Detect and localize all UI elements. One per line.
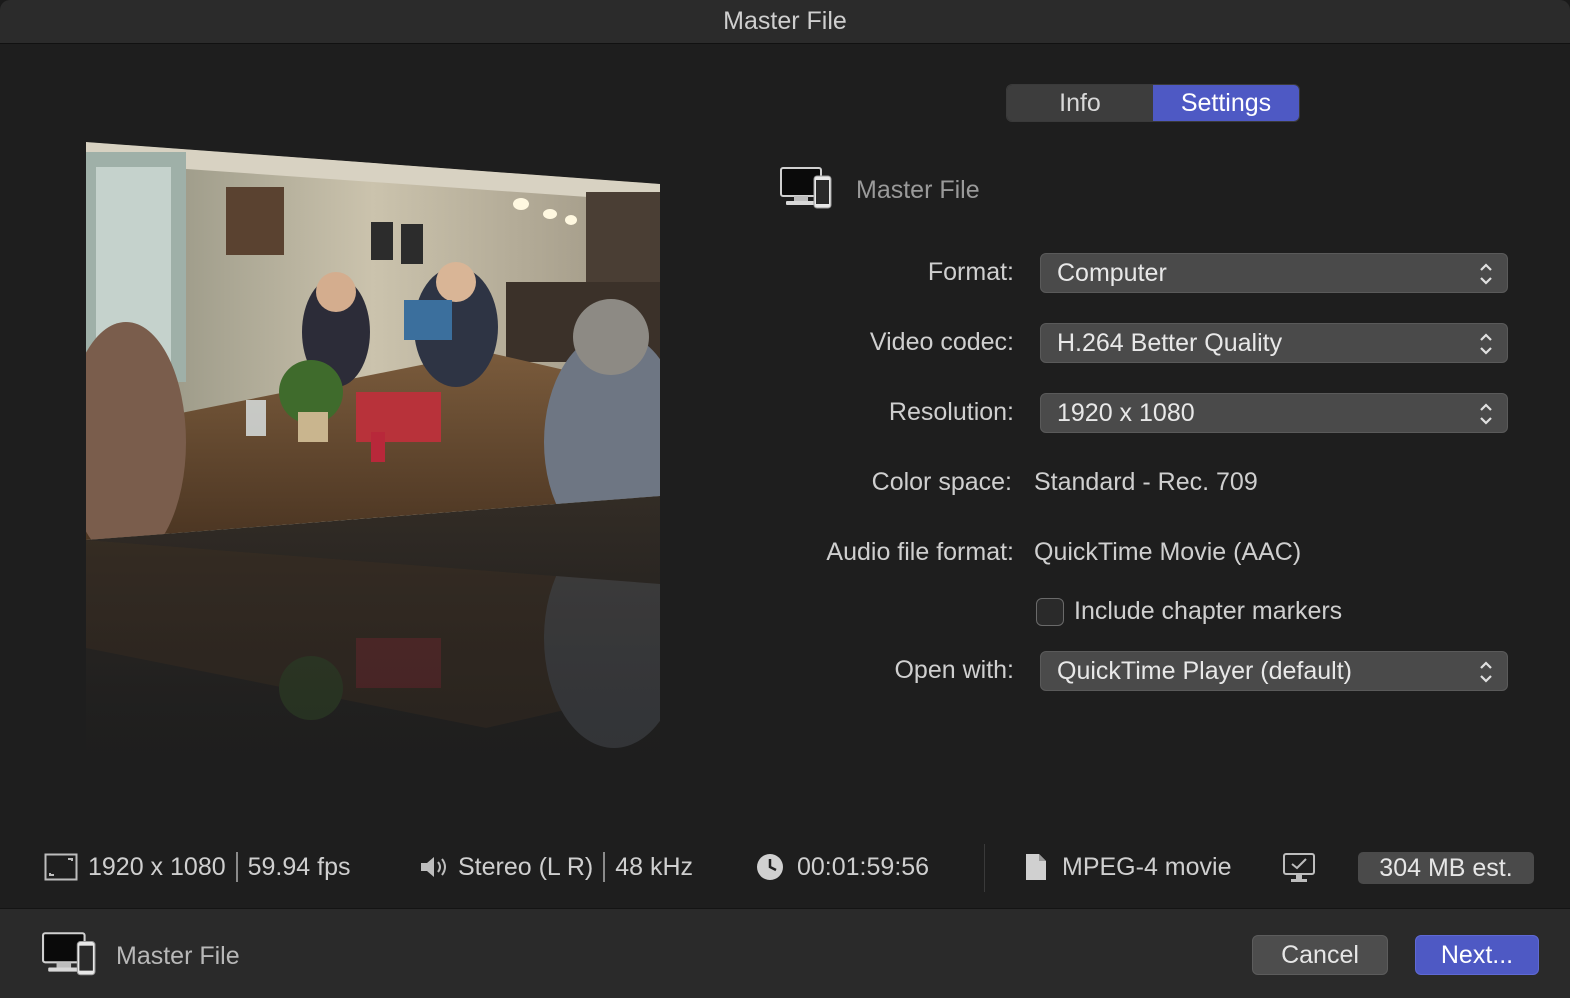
video-summary: 1920 x 1080 59.94 fps xyxy=(44,852,350,882)
destination-name: Master File xyxy=(856,176,980,204)
open-with-label: Open with: xyxy=(894,656,1014,684)
document-icon xyxy=(1026,854,1046,880)
divider xyxy=(235,852,238,882)
chapter-markers-option: Include chapter markers xyxy=(1036,597,1342,626)
resolution-value: 1920 x 1080 xyxy=(1057,398,1195,427)
resolution-popup[interactable]: 1920 x 1080 xyxy=(1040,393,1508,433)
resolution-label: Resolution: xyxy=(888,398,1014,426)
dialog-footer: Master File Cancel Next... xyxy=(0,908,1570,998)
video-preview-thumbnail xyxy=(86,142,660,792)
frame-size-icon xyxy=(44,853,78,881)
format-label: Format: xyxy=(927,258,1014,286)
file-size-estimate-badge: 304 MB est. xyxy=(1358,852,1534,884)
video-codec-label: Video codec: xyxy=(869,328,1014,356)
destination-header: Master File xyxy=(780,166,980,215)
video-codec-popup[interactable]: H.264 Better Quality xyxy=(1040,323,1508,363)
clock-icon xyxy=(757,854,783,880)
computer-check-icon xyxy=(1282,852,1316,884)
format-value: Computer xyxy=(1057,258,1167,287)
info-settings-segmented-control: Info Settings xyxy=(1006,84,1300,122)
audio-file-format-value: QuickTime Movie (AAC) xyxy=(1034,538,1302,566)
duration-summary: 00:01:59:56 xyxy=(755,852,929,882)
summary-file-type: MPEG-4 movie xyxy=(1062,852,1232,881)
computer-device-icon xyxy=(780,166,832,215)
open-with-value: QuickTime Player (default) xyxy=(1057,656,1352,685)
window-title: Master File xyxy=(723,7,847,35)
audio-summary: Stereo (L R) 48 kHz xyxy=(418,852,693,882)
summary-sample-rate: 48 kHz xyxy=(615,852,694,881)
next-button[interactable]: Next... xyxy=(1415,935,1539,975)
file-type-summary: MPEG-4 movie xyxy=(1024,852,1231,882)
color-space-value: Standard - Rec. 709 xyxy=(1034,468,1258,496)
cancel-button[interactable]: Cancel xyxy=(1252,935,1388,975)
chapter-markers-label[interactable]: Include chapter markers xyxy=(1074,597,1342,626)
footer-destination: Master File xyxy=(42,931,240,982)
dialog-content: Info Settings Master File Format: Comput… xyxy=(0,44,1570,908)
tab-settings[interactable]: Settings xyxy=(1153,85,1299,121)
speaker-icon xyxy=(421,857,446,877)
open-with-popup[interactable]: QuickTime Player (default) xyxy=(1040,651,1508,691)
divider xyxy=(984,844,985,892)
summary-audio-channels: Stereo (L R) xyxy=(458,852,594,881)
summary-frame-rate: 59.94 fps xyxy=(247,852,351,881)
chapter-markers-checkbox[interactable] xyxy=(1036,597,1064,626)
summary-duration: 00:01:59:56 xyxy=(797,852,930,881)
chevron-updown-icon xyxy=(1480,661,1492,683)
chevron-updown-icon xyxy=(1480,333,1492,355)
footer-destination-name: Master File xyxy=(116,942,240,970)
summary-resolution: 1920 x 1080 xyxy=(88,852,226,881)
share-dialog-window: Master File Info Settings Master File Fo… xyxy=(0,0,1570,998)
audio-file-format-label: Audio file format: xyxy=(826,538,1014,566)
divider xyxy=(603,852,606,882)
chevron-updown-icon xyxy=(1480,263,1492,285)
chevron-updown-icon xyxy=(1480,403,1492,425)
computer-device-icon xyxy=(42,931,96,982)
tab-info[interactable]: Info xyxy=(1007,85,1153,121)
export-summary-bar: 1920 x 1080 59.94 fps Stereo (L R) 48 kH… xyxy=(0,844,1570,896)
color-space-label: Color space: xyxy=(871,468,1012,496)
video-codec-value: H.264 Better Quality xyxy=(1057,328,1283,357)
format-popup[interactable]: Computer xyxy=(1040,253,1508,293)
title-bar: Master File xyxy=(0,0,1570,44)
